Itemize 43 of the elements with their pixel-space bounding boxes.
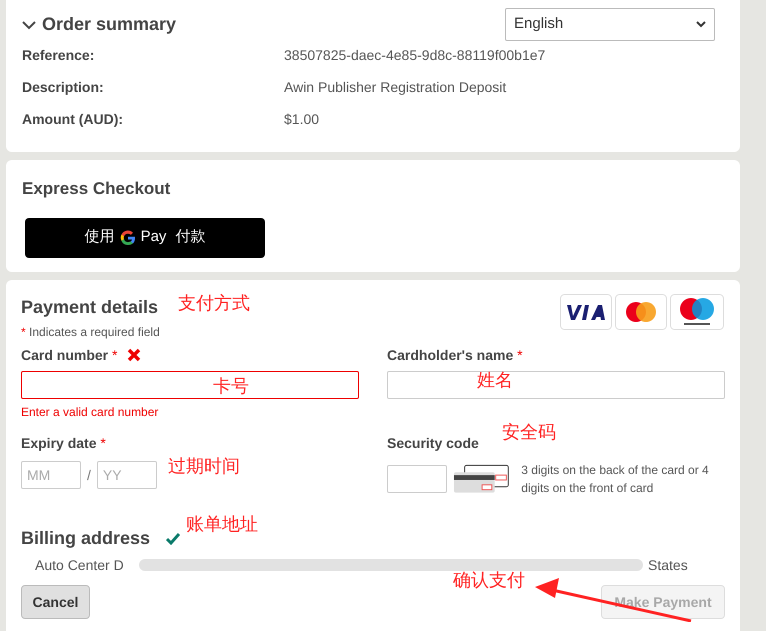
field-value: Awin Publisher Registration Deposit — [284, 78, 506, 97]
field-label: Amount (AUD): — [22, 110, 124, 129]
month-field[interactable]: MM — [21, 461, 81, 489]
card-number-field[interactable] — [21, 371, 359, 399]
field-label: Description: — [22, 78, 105, 97]
annotation-text: 账单地址 — [186, 513, 258, 537]
annotation-text: 安全码 — [502, 421, 556, 445]
error-cross-icon — [127, 348, 142, 362]
section-title: Express Checkout — [22, 178, 172, 200]
address-text: States — [648, 556, 688, 575]
field-label: Card number * — [21, 346, 118, 364]
security-code-field[interactable] — [387, 465, 447, 493]
annotation-text: 过期时间 — [168, 455, 240, 479]
annotation-text: 确认支付 — [453, 569, 525, 593]
card-back-icon — [453, 464, 510, 494]
annotation-text: 卡号 — [213, 375, 249, 399]
section-title: Payment details — [21, 296, 160, 319]
field-label: Expiry date * — [21, 434, 106, 453]
field-value: $1.00 — [284, 110, 320, 129]
address-text: Auto Center D — [35, 556, 124, 575]
chevron-icon[interactable] — [22, 20, 36, 30]
field-label: Security code — [387, 434, 479, 453]
required-note: * Indicates a required field — [21, 324, 160, 341]
cancel-button[interactable]: Cancel — [21, 585, 90, 619]
hint-text: 3 digits on the back of the card or 4 digits on the front of card — [521, 462, 710, 497]
mastercard-logo-icon — [615, 294, 667, 330]
dropdown-caret-icon — [696, 21, 706, 28]
annotation-text: 支付方式 — [178, 292, 250, 316]
field-label: Cardholder's name * — [387, 346, 523, 364]
annotation-text: 姓名 — [477, 369, 513, 393]
year-field[interactable]: YY — [96, 461, 157, 489]
google-g-icon — [120, 230, 136, 246]
language-dropdown[interactable]: English — [505, 8, 715, 41]
field-label: Reference: — [22, 46, 96, 65]
maestro-logo-icon — [670, 294, 724, 330]
section-title: Billing address — [21, 527, 150, 550]
error-message: Enter a valid card number — [21, 404, 160, 421]
section-title: Order summary — [42, 13, 176, 36]
google-pay-button[interactable]: 使用 Pay 付款 — [25, 218, 265, 258]
field-value: 38507825-daec-4e85-9d8c-88119f00b1e7 — [284, 46, 546, 65]
date-separator: / — [87, 466, 91, 484]
cardholder-name-field[interactable] — [387, 371, 725, 399]
visa-logo-icon — [560, 294, 612, 330]
